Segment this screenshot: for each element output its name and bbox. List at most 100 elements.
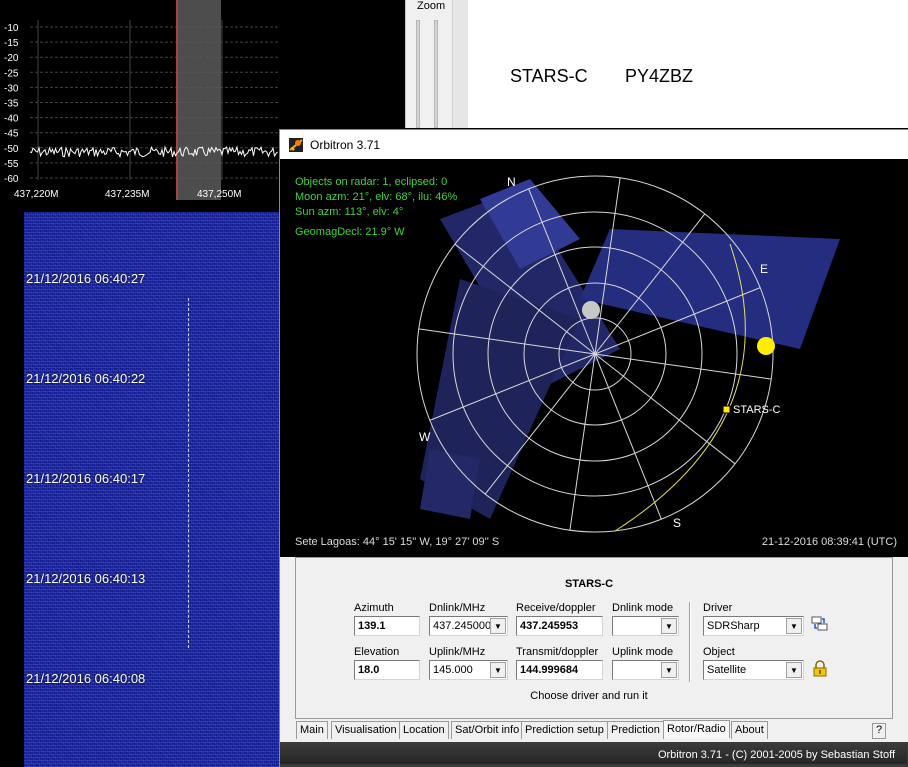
tab-rotor-radio[interactable]: Rotor/Radio — [663, 720, 730, 738]
callsign: PY4ZBZ — [625, 66, 694, 86]
tab-main[interactable]: Main — [296, 721, 328, 739]
spectrum-side-area — [278, 0, 405, 128]
moon-info: Moon azm: 21°, elv: 68°, ilu: 46% — [295, 191, 458, 203]
chevron-down-icon[interactable]: ▼ — [490, 618, 506, 634]
observer-location: Sete Lagoas: 44° 15' 15'' W, 19° 27' 09'… — [295, 536, 500, 548]
driver-label: Driver — [703, 602, 733, 614]
objects-info: Objects on radar: 1, eclipsed: 0 — [295, 176, 448, 188]
spectrum-y-tick-label: -15 — [4, 38, 19, 49]
spectrum-y-tick-label: -10 — [4, 23, 19, 34]
satellite-title-area: STARS-C PY4ZBZ — [468, 0, 908, 128]
transmit-label: Transmit/doppler — [516, 646, 599, 658]
waterfall-signal-trace — [188, 298, 189, 648]
chevron-down-icon[interactable]: ▼ — [786, 618, 802, 634]
uplink-select[interactable]: 145.000 ▼ — [429, 660, 508, 680]
spectrum-y-tick-label: -25 — [4, 68, 19, 79]
tab-sat-orbit-info[interactable]: Sat/Orbit info — [451, 721, 524, 739]
compass-east: E — [760, 262, 768, 276]
compass-south: S — [673, 516, 681, 530]
dnlink-mode-label: Dnlink mode — [612, 602, 674, 614]
tab-location[interactable]: Location — [399, 721, 449, 739]
panel-satellite-title: STARS-C — [564, 578, 614, 590]
dnlink-select-value: 437.245000 — [433, 620, 492, 632]
receive-label: Receive/doppler — [516, 602, 596, 614]
window-titlebar[interactable]: Orbitron 3.71 — [280, 130, 908, 159]
uplink-mode-select[interactable]: ▼ — [612, 660, 679, 680]
status-bar: Orbitron 3.71 - (C) 2001-2005 by Sebasti… — [280, 742, 908, 767]
tab-visualisation[interactable]: Visualisation — [331, 721, 401, 739]
spectrum-y-tick-label: -35 — [4, 99, 19, 110]
radar-view[interactable]: STARS-C N E S W Objects on radar: 1, ecl… — [280, 159, 908, 557]
tab-prediction-setup[interactable]: Prediction setup — [521, 721, 608, 739]
geomag-info: GeomagDecl: 21.9° W — [295, 226, 405, 238]
azimuth-label: Azimuth — [354, 602, 394, 614]
chevron-down-icon[interactable]: ▼ — [490, 662, 506, 678]
object-select[interactable]: Satellite ▼ — [703, 660, 804, 680]
dnlink-select[interactable]: 437.245000 ▼ — [429, 616, 508, 636]
status-copyright: Orbitron 3.71 - (C) 2001-2005 by Sebasti… — [657, 749, 895, 761]
rotor-radio-panel: STARS-C Azimuth 139.1 Elevation 18.0 Dnl… — [295, 557, 893, 719]
waterfall-timestamp: 21/12/2016 06:40:13 — [26, 571, 146, 586]
transmit-field[interactable]: 144.999684 — [516, 660, 603, 680]
tab-about[interactable]: About — [731, 721, 768, 739]
object-select-value: Satellite — [707, 664, 747, 676]
radar-azimuth-line — [594, 353, 662, 520]
driver-settings-icon[interactable] — [811, 615, 829, 633]
waterfall-timestamp: 21/12/2016 06:40:22 — [26, 371, 146, 386]
spectrum-x-tick-label: 437,250M — [197, 189, 241, 200]
tab-prediction[interactable]: Prediction — [607, 721, 664, 739]
driver-hint: Choose driver and run it — [530, 690, 648, 702]
panel-separator — [689, 602, 691, 682]
sun-info: Sun azm: 113°, elv: 4° — [295, 206, 404, 218]
background-satellite-render — [420, 179, 840, 519]
object-label: Object — [703, 646, 735, 658]
elevation-field[interactable]: 18.0 — [354, 660, 420, 680]
contrast-slider[interactable] — [434, 20, 438, 128]
dnlink-label: Dnlink/MHz — [429, 602, 486, 614]
help-button[interactable]: ? — [872, 723, 886, 739]
waterfall-display[interactable]: 21/12/2016 06:40:27 21/12/2016 06:40:22 … — [0, 208, 282, 767]
status-bar-inner: Orbitron 3.71 - (C) 2001-2005 by Sebasti… — [280, 744, 907, 764]
chevron-down-icon[interactable]: ▼ — [661, 662, 677, 678]
spectrum-y-tick-label: -50 — [4, 144, 19, 155]
chevron-down-icon[interactable]: ▼ — [786, 662, 802, 678]
satellite-name: STARS-C — [510, 66, 588, 86]
receive-field[interactable]: 437.245953 — [516, 616, 603, 636]
zoom-label: Zoom — [417, 0, 446, 12]
orbitron-app-icon — [289, 138, 303, 152]
waterfall-timestamp: 21/12/2016 06:40:17 — [26, 471, 146, 486]
driver-select[interactable]: SDRSharp ▼ — [703, 616, 804, 636]
satellite-marker[interactable] — [722, 405, 731, 414]
lock-icon[interactable] — [811, 660, 829, 678]
spectrum-y-tick-label: -45 — [4, 129, 19, 140]
radar-plot[interactable]: STARS-C N E S W — [280, 159, 908, 557]
uplink-select-value: 145.000 — [433, 664, 473, 676]
sun-icon — [757, 337, 775, 355]
zoom-slider[interactable] — [416, 20, 420, 128]
zoom-panel: Zoom — [405, 0, 468, 128]
waterfall-timestamp: 21/12/2016 06:40:27 — [26, 271, 146, 286]
window-title: Orbitron 3.71 — [310, 138, 381, 152]
spectrum-y-tick-label: -30 — [4, 83, 19, 94]
spectrum-panel[interactable]: -10 -15 -20 -25 -30 -35 -40 -45 -50 -55 -60 437,22… — [0, 0, 278, 208]
frequency-selection-band[interactable] — [176, 0, 221, 200]
spectrum-y-tick-label: -60 — [4, 174, 19, 185]
azimuth-field[interactable]: 139.1 — [354, 616, 420, 636]
driver-select-value: SDRSharp — [707, 620, 760, 632]
spectrum-plot[interactable]: -10 -15 -20 -25 -30 -35 -40 -45 -50 -55 -60 437,22… — [0, 0, 278, 208]
chevron-down-icon[interactable]: ▼ — [661, 618, 677, 634]
moon-icon — [582, 301, 600, 319]
dnlink-mode-select[interactable]: ▼ — [612, 616, 679, 636]
orbitron-window[interactable]: Orbitron 3.71 STARS-C N E S W Objects on… — [279, 129, 908, 767]
uplink-label: Uplink/MHz — [429, 646, 486, 658]
zoom-scrollbar[interactable] — [452, 0, 468, 128]
spectrum-y-tick-label: -40 — [4, 114, 19, 125]
compass-west: W — [419, 430, 431, 444]
spectrum-y-tick-label: -20 — [4, 53, 19, 64]
waterfall-timestamp: 21/12/2016 06:40:08 — [26, 671, 146, 686]
spectrum-x-tick-label: 437,235M — [105, 189, 149, 200]
compass-north: N — [507, 175, 516, 189]
radar-datetime: 21-12-2016 08:39:41 (UTC) — [761, 536, 897, 548]
spectrum-trace — [29, 145, 278, 159]
satellite-marker-label: STARS-C — [733, 404, 781, 416]
